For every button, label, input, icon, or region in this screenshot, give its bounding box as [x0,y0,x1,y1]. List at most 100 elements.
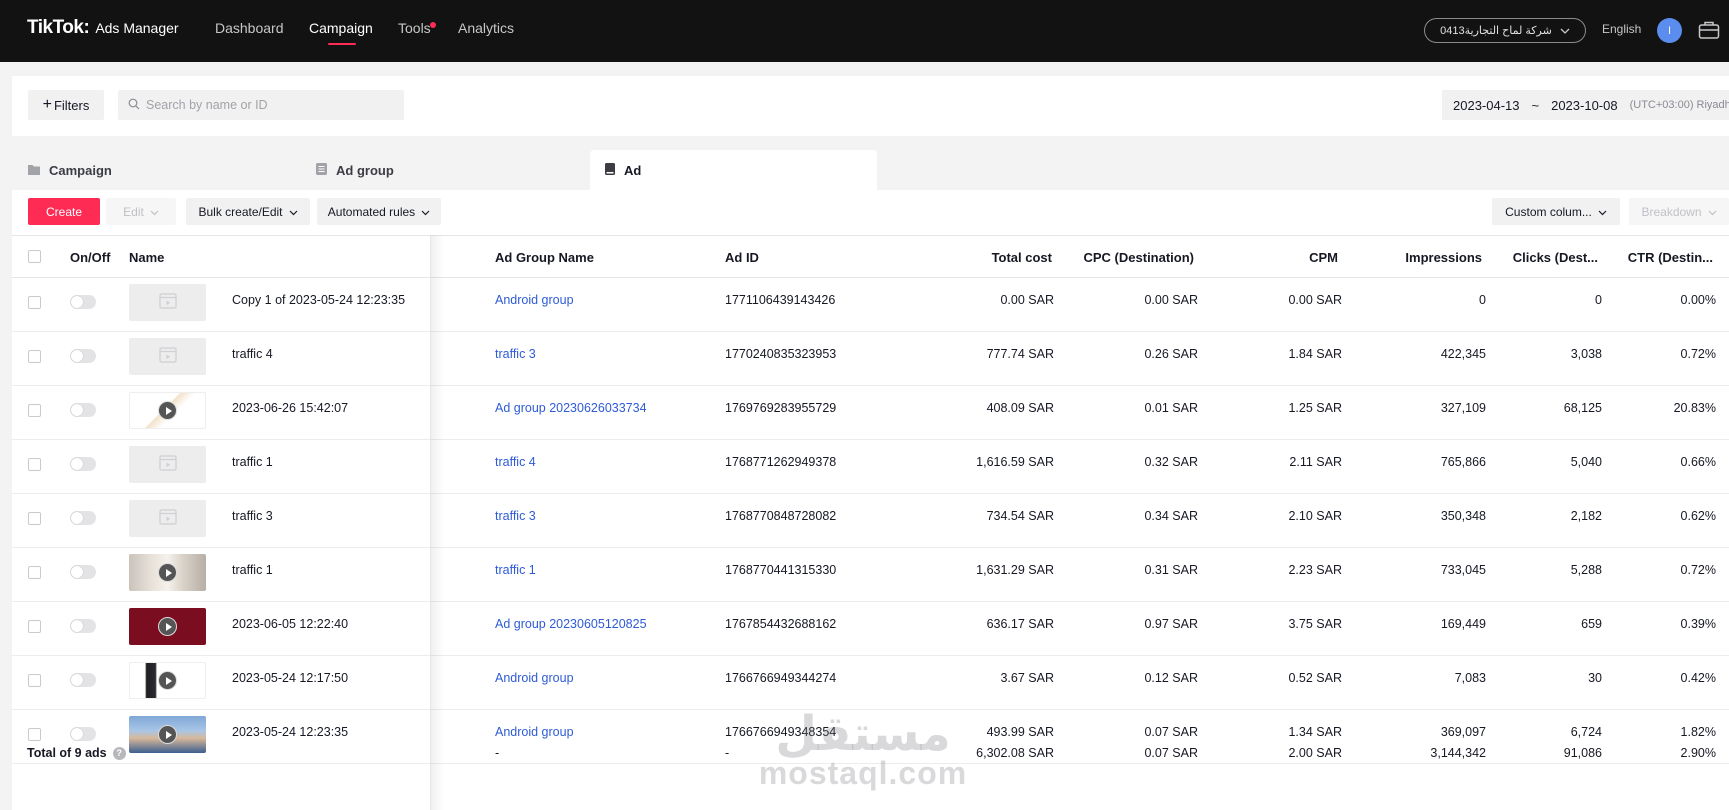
breakdown-button[interactable]: Breakdown [1629,198,1729,225]
impressions-cell: 327,109 [1440,401,1486,415]
ad-id: 1768770441315330 [725,563,837,577]
account-selector[interactable]: 0413شركة لماح التجارية [1424,18,1586,43]
ad-name[interactable]: traffic 3 [232,509,273,523]
ad-name[interactable]: 2023-06-05 12:22:40 [232,617,348,631]
edit-button[interactable]: Edit [106,198,176,225]
select-all-checkbox[interactable] [28,250,41,263]
nav-campaign[interactable]: Campaign [309,20,373,36]
ad-thumbnail[interactable] [129,392,206,429]
row-checkbox[interactable] [28,296,41,309]
table-row[interactable]: 2023-06-26 15:42:07 Ad group 202306260337… [12,386,1729,440]
breakdown-label: Breakdown [1641,204,1702,219]
cpc-cell: 0.26 SAR [1144,347,1198,361]
ctr-cell: 0.42% [1680,671,1716,685]
chevron-down-icon [1598,205,1607,219]
tab-campaign[interactable]: Campaign [28,150,112,190]
help-icon[interactable]: ? [112,746,126,760]
ad-group-link[interactable]: traffic 4 [495,455,536,469]
row-checkbox[interactable] [28,674,41,687]
row-checkbox[interactable] [28,458,41,471]
row-checkbox[interactable] [28,512,41,525]
cpm-cell: 2.10 SAR [1288,509,1342,523]
table-row[interactable]: traffic 1 traffic 4 1768771262949378 1,616.… [12,440,1729,494]
table-row[interactable]: traffic 1 traffic 1 1768770441315330 1,631.… [12,548,1729,602]
automated-rules-button[interactable]: Automated rules [317,198,441,225]
ad-group-link[interactable]: traffic 3 [495,509,536,523]
ad-name[interactable]: Copy 1 of 2023-05-24 12:23:35 [232,293,405,307]
ad-name[interactable]: traffic 1 [232,563,273,577]
on-off-toggle[interactable] [70,457,96,471]
column-header-impressions[interactable]: Impressions [1405,250,1482,265]
nav-tools[interactable]: Tools [398,20,431,36]
ad-thumbnail[interactable] [129,662,206,699]
ad-group-link[interactable]: Ad group 20230605120825 [495,617,647,631]
total-cost-cell: 636.17 SAR [986,617,1054,631]
on-off-toggle[interactable] [70,673,96,687]
column-header-ad-group-name[interactable]: Ad Group Name [495,250,594,265]
ad-group-link[interactable]: Android group [495,293,574,307]
tab-ad-group[interactable]: Ad group [316,150,394,190]
search-box[interactable] [118,90,404,120]
ad-name[interactable]: 2023-06-26 15:42:07 [232,401,348,415]
ad-group-link[interactable]: traffic 1 [495,563,536,577]
ad-thumbnail[interactable] [129,554,206,591]
play-icon [158,563,177,582]
date-end: 2023-10-08 [1551,97,1618,113]
avatar[interactable]: I [1657,18,1682,43]
column-header-cpm[interactable]: CPM [1309,250,1338,265]
table-row[interactable]: 2023-06-05 12:22:40 Ad group 202306051208… [12,602,1729,656]
total-cost-cell: 408.09 SAR [986,401,1054,415]
ad-group-link[interactable]: Ad group 20230626033734 [495,401,647,415]
table-row[interactable]: Copy 1 of 2023-05-24 12:23:35 Android gro… [12,278,1729,332]
column-header-onoff[interactable]: On/Off [70,250,110,265]
on-off-toggle[interactable] [70,565,96,579]
language-selector[interactable]: English [1602,22,1641,36]
search-input[interactable] [146,98,396,112]
custom-columns-button[interactable]: Custom colum... [1492,198,1620,225]
filters-button[interactable]: + Filters [28,90,104,120]
ad-group-link[interactable]: traffic 3 [495,347,536,361]
row-checkbox[interactable] [28,620,41,633]
column-header-clicks[interactable]: Clicks (Dest... [1513,250,1598,265]
table-row[interactable]: traffic 3 traffic 3 1768770848728082 734.54… [12,494,1729,548]
row-checkbox[interactable] [28,350,41,363]
ad-name[interactable]: 2023-05-24 12:17:50 [232,671,348,685]
ad-name[interactable]: traffic 1 [232,455,273,469]
on-off-toggle[interactable] [70,403,96,417]
ad-thumbnail[interactable] [129,338,206,375]
column-header-name[interactable]: Name [129,250,164,265]
column-header-total-cost[interactable]: Total cost [992,250,1052,265]
ad-thumbnail[interactable] [129,446,206,483]
ad-group-link[interactable]: Android group [495,671,574,685]
nav-analytics[interactable]: Analytics [458,20,514,36]
ctr-cell: 0.00% [1680,293,1716,307]
cpm-cell: 0.00 SAR [1288,293,1342,307]
column-header-cpc[interactable]: CPC (Destination) [1084,250,1195,265]
tab-ad[interactable]: Ad [605,150,641,190]
briefcase-icon[interactable] [1698,20,1720,40]
on-off-toggle[interactable] [70,619,96,633]
ad-thumbnail[interactable] [129,284,206,321]
on-off-toggle[interactable] [70,511,96,525]
nav-dashboard[interactable]: Dashboard [215,20,284,36]
brand-logo[interactable]: TikTok: Ads Manager [27,17,179,39]
date-range-picker[interactable]: 2023-04-13 ~ 2023-10-08 (UTC+03:00) Riya… [1442,90,1729,120]
row-checkbox[interactable] [28,404,41,417]
clicks-cell: 0 [1595,293,1602,307]
column-header-ad-id[interactable]: Ad ID [725,250,759,265]
ad-thumbnail[interactable] [129,608,206,645]
column-header-ctr[interactable]: CTR (Destin... [1628,250,1713,265]
ad-thumbnail[interactable] [129,500,206,537]
cpm-cell: 1.84 SAR [1288,347,1342,361]
create-button[interactable]: Create [28,198,100,225]
bulk-create-edit-button[interactable]: Bulk create/Edit [186,198,310,225]
impressions-cell: 350,348 [1440,509,1486,523]
ad-name[interactable]: traffic 4 [232,347,273,361]
on-off-toggle[interactable] [70,349,96,363]
ctr-cell: 0.72% [1680,347,1716,361]
on-off-toggle[interactable] [70,295,96,309]
total-clicks: 91,086 [1563,746,1602,760]
table-row[interactable]: traffic 4 traffic 3 1770240835323953 777.74… [12,332,1729,386]
row-checkbox[interactable] [28,566,41,579]
table-row[interactable]: 2023-05-24 12:17:50 Android group 17667669… [12,656,1729,710]
